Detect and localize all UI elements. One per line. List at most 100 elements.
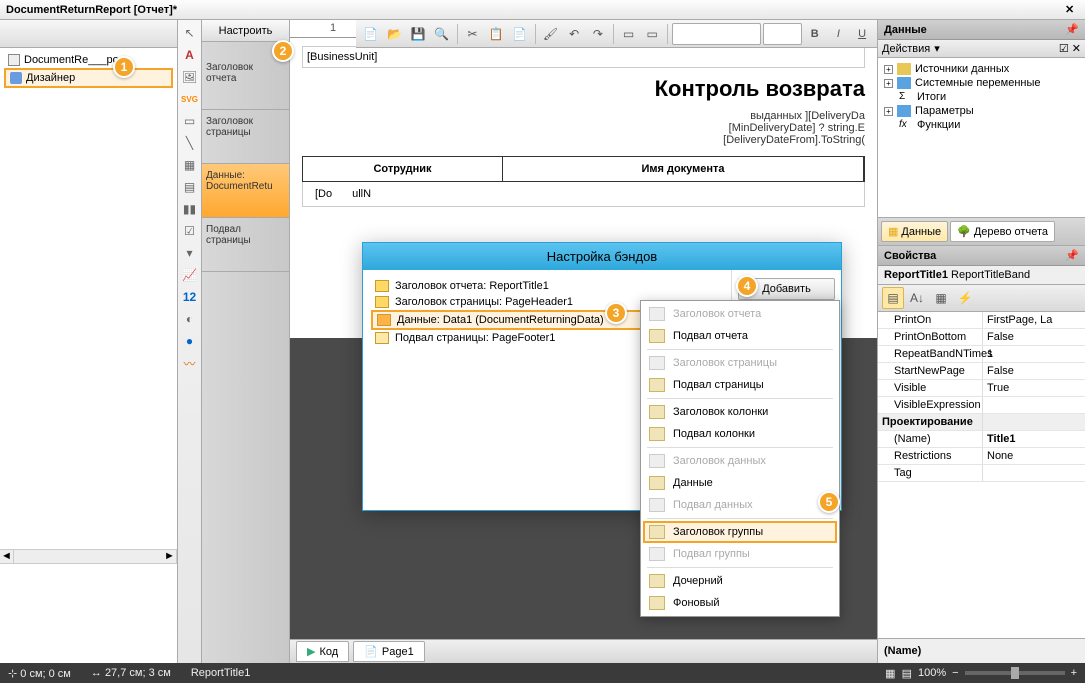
underline-icon[interactable]: U — [851, 23, 873, 45]
band-item[interactable]: Заголовок отчета: ReportTitle1 — [371, 278, 723, 294]
band-icon — [649, 525, 665, 539]
ctx-item[interactable]: Заголовок колонки — [643, 401, 837, 423]
ctx-item: Заголовок данных — [643, 450, 837, 472]
globe-tool-icon[interactable]: ● — [181, 332, 199, 350]
layout-icon[interactable]: ▦ — [885, 667, 895, 680]
dtree-funcs[interactable]: fxФункции — [882, 118, 1081, 132]
subtab-tree[interactable]: 🌳Дерево отчета — [950, 221, 1055, 242]
checkbox-tool-icon[interactable]: ☑ — [181, 222, 199, 240]
image-tool-icon[interactable]: 🖼 — [181, 68, 199, 86]
copy-icon[interactable]: 📋 — [485, 23, 507, 45]
dropdown-icon[interactable]: ▾ — [934, 42, 940, 55]
italic-icon[interactable]: I — [828, 23, 850, 45]
window-title: DocumentReturnReport [Отчет]* — [6, 4, 177, 16]
scrollbar-h[interactable]: ◄► — [0, 549, 177, 563]
property-row[interactable]: StartNewPageFalse — [878, 363, 1085, 380]
text-tool-icon[interactable]: A — [181, 46, 199, 64]
paste-icon[interactable]: 📄 — [509, 23, 531, 45]
band-page-header[interactable]: Заголовок страницы — [202, 110, 289, 164]
redo-icon[interactable]: ↷ — [587, 23, 609, 45]
band-data[interactable]: Данные: DocumentRetu — [202, 164, 289, 218]
close-icon[interactable]: ✕ — [1065, 3, 1079, 17]
tab-code[interactable]: ▶Код — [296, 641, 349, 662]
bolt-icon[interactable]: ⚡ — [954, 287, 976, 309]
layout2-icon[interactable]: ▤ — [902, 667, 912, 680]
band-report-header[interactable]: Заголовок отчета — [202, 56, 289, 110]
actions-dropdown[interactable]: Действия — [882, 43, 930, 55]
font-select[interactable] — [672, 23, 761, 45]
wave-tool-icon[interactable]: 〰 — [181, 354, 199, 372]
subtitle-2[interactable]: [MinDeliveryDate] ? string.E — [302, 122, 865, 134]
business-unit-field[interactable]: [BusinessUnit] — [302, 46, 865, 68]
ctx-item[interactable]: Подвал отчета — [643, 325, 837, 347]
sort-az-icon[interactable]: A↓ — [906, 287, 928, 309]
gauge-tool-icon[interactable]: ◐ — [181, 310, 199, 328]
group-icon[interactable]: ▭ — [618, 23, 640, 45]
property-row[interactable]: Tag — [878, 465, 1085, 482]
tree-item-designer[interactable]: Дизайнер — [4, 68, 173, 88]
cut-icon[interactable]: ✂ — [462, 23, 484, 45]
dtree-params[interactable]: +Параметры — [882, 104, 1081, 118]
property-row[interactable]: RepeatBandNTimes1 — [878, 346, 1085, 363]
pin-icon[interactable]: 📌 — [1065, 249, 1079, 262]
open-icon[interactable]: 📂 — [384, 23, 406, 45]
property-row[interactable]: (Name)Title1 — [878, 431, 1085, 448]
property-row[interactable]: PrintOnFirstPage, La — [878, 312, 1085, 329]
preview-icon[interactable]: 🔍 — [431, 23, 453, 45]
dtree-sources[interactable]: +Источники данных — [882, 62, 1081, 76]
zoom-in-icon[interactable]: + — [1071, 667, 1077, 679]
subtitle-1[interactable]: выданных ][DeliveryDa — [302, 110, 865, 122]
format-icon[interactable]: 🖌 — [540, 23, 562, 45]
property-row[interactable]: Проектирование — [878, 414, 1085, 431]
zoom-out-icon[interactable]: − — [952, 667, 958, 679]
data-row[interactable]: [Do ullN — [302, 182, 865, 207]
band-page-footer[interactable]: Подвал страницы — [202, 218, 289, 272]
property-row[interactable]: PrintOnBottomFalse — [878, 329, 1085, 346]
ctx-item[interactable]: Подвал страницы — [643, 374, 837, 396]
shape-tool-icon[interactable]: ▭ — [181, 112, 199, 130]
pin-icon[interactable]: 📌 — [1065, 23, 1079, 36]
ungroup-icon[interactable]: ▭ — [641, 23, 663, 45]
save-icon[interactable]: 💾 — [407, 23, 429, 45]
more-tool-icon[interactable]: ▾ — [181, 244, 199, 262]
property-row[interactable]: RestrictionsNone — [878, 448, 1085, 465]
zoom-controls: ▦ ▤ 100% − + — [885, 667, 1077, 680]
zoom-slider[interactable] — [965, 671, 1065, 675]
tab-page1[interactable]: 📄Page1 — [353, 641, 425, 662]
number-tool-icon[interactable]: 12 — [181, 288, 199, 306]
ctx-item[interactable]: Фоновый — [643, 592, 837, 614]
barcode-tool-icon[interactable]: ▮▮ — [181, 200, 199, 218]
chart-tool-icon[interactable]: 📈 — [181, 266, 199, 284]
property-selector[interactable]: ReportTitle1 ReportTitleBand — [878, 266, 1085, 285]
separator — [647, 398, 833, 399]
tree-item-report[interactable]: DocumentRe___por — [4, 52, 173, 68]
band-icon — [649, 307, 665, 321]
configure-bands-button[interactable]: Настроить — [202, 20, 289, 42]
cursor-icon[interactable]: ↖ — [181, 24, 199, 42]
ctx-item[interactable]: Заголовок группы — [643, 521, 837, 543]
dtree-sysvars[interactable]: +Системные переменные — [882, 76, 1081, 90]
new-icon[interactable]: 📄 — [360, 23, 382, 45]
undo-icon[interactable]: ↶ — [563, 23, 585, 45]
ctx-item: Подвал данных — [643, 494, 837, 516]
view-icon[interactable]: ▦ — [930, 287, 952, 309]
bold-icon[interactable]: B — [804, 23, 826, 45]
sort-cat-icon[interactable]: ▤ — [882, 287, 904, 309]
table-tool-icon[interactable]: ▦ — [181, 156, 199, 174]
ctx-item[interactable]: Подвал колонки — [643, 423, 837, 445]
property-row[interactable]: VisibleExpression — [878, 397, 1085, 414]
dtree-totals[interactable]: ΣИтоги — [882, 90, 1081, 104]
ctx-item[interactable]: Данные — [643, 472, 837, 494]
line-tool-icon[interactable]: ╲ — [181, 134, 199, 152]
table-header[interactable]: Сотрудник Имя документа — [302, 156, 865, 182]
grid-tool-icon[interactable]: ▤ — [181, 178, 199, 196]
band-icon — [649, 356, 665, 370]
separator — [647, 518, 833, 519]
svg-tool-icon[interactable]: SVG — [181, 90, 199, 108]
ctx-item[interactable]: Дочерний — [643, 570, 837, 592]
property-row[interactable]: VisibleTrue — [878, 380, 1085, 397]
subtab-data[interactable]: ▦Данные — [881, 221, 948, 242]
subtitle-3[interactable]: [DeliveryDateFrom].ToString( — [302, 134, 865, 146]
size-select[interactable] — [763, 23, 802, 45]
report-title-text[interactable]: Контроль возврата — [302, 76, 865, 102]
